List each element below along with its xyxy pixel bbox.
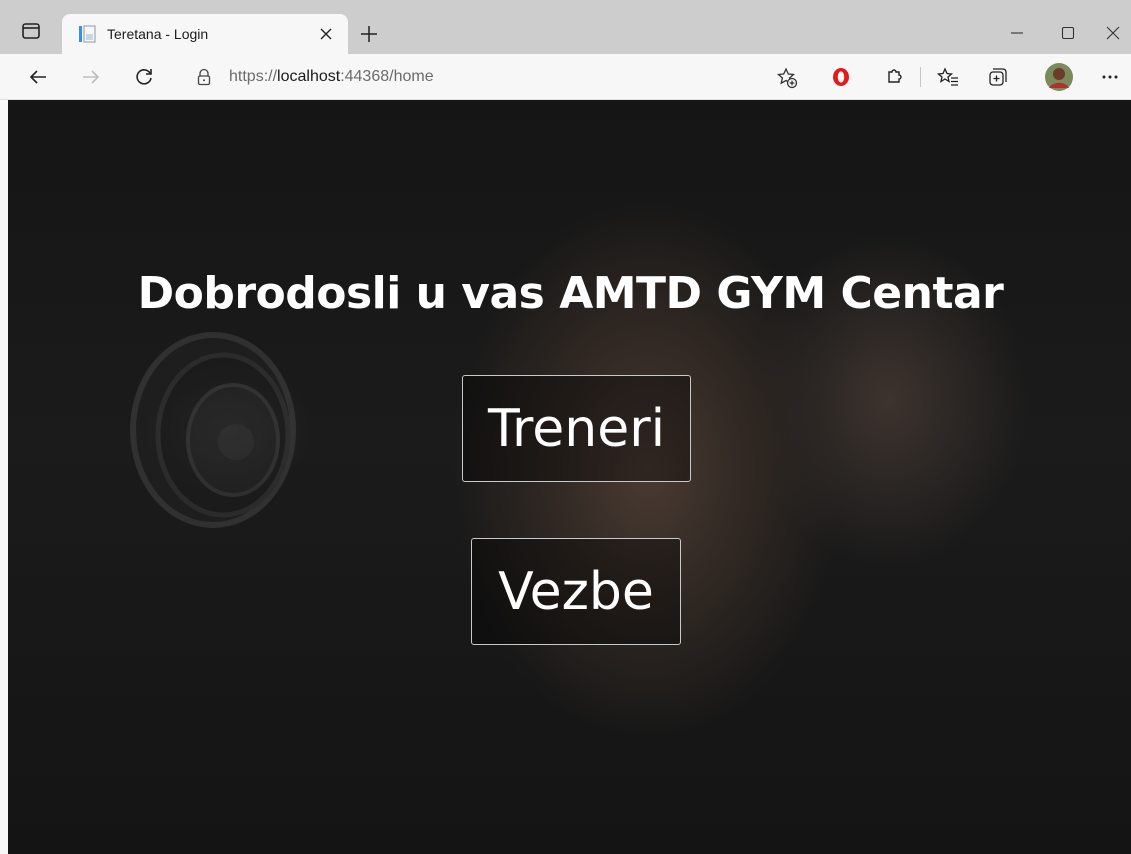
minimize-icon[interactable] [994,18,1040,48]
address-bar[interactable]: https://localhost:44368/home [177,60,805,94]
tab-actions-icon[interactable] [20,20,42,42]
toolbar-divider [920,67,921,87]
maximize-icon[interactable] [1045,18,1091,48]
url-text: https://localhost:44368/home [229,68,434,85]
dumbbell-background-image [130,332,296,528]
lock-icon[interactable] [195,68,213,86]
more-icon[interactable] [1096,63,1124,91]
browser-chrome: Teretana - Login https://localhost:44368… [0,0,1131,100]
close-icon[interactable] [316,24,336,44]
browser-tab[interactable]: Teretana - Login [62,14,348,54]
tab-strip: Teretana - Login [0,0,1131,54]
page-title: Dobrodosli u vas AMTD GYM Centar [137,268,1004,319]
avatar[interactable] [1043,61,1075,93]
page-viewport: Dobrodosli u vas AMTD GYM Centar Treneri… [8,100,1131,854]
forward-arrow-icon[interactable] [77,63,105,91]
window-edge [0,100,8,854]
page-favicon-icon [78,25,96,43]
vezbe-button[interactable]: Vezbe [471,538,681,645]
extensions-icon[interactable] [880,63,908,91]
refresh-icon[interactable] [130,63,158,91]
plus-icon[interactable] [358,23,380,45]
tab-title: Teretana - Login [107,26,209,42]
add-favorite-icon[interactable] [775,66,799,90]
back-arrow-icon[interactable] [24,63,52,91]
favorites-icon[interactable] [934,63,962,91]
browser-toolbar: https://localhost:44368/home [0,54,1131,100]
collections-icon[interactable] [984,63,1012,91]
opera-extension-icon[interactable] [827,63,855,91]
treneri-button[interactable]: Treneri [462,375,691,482]
close-window-icon[interactable] [1094,18,1131,48]
